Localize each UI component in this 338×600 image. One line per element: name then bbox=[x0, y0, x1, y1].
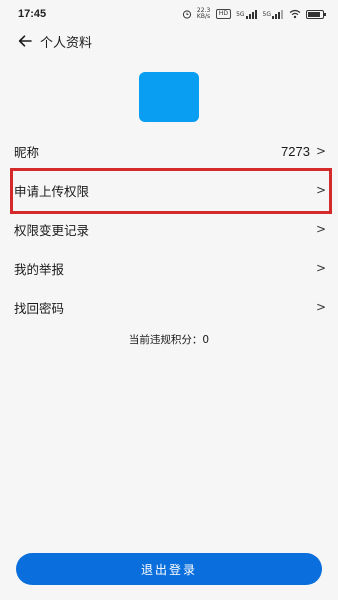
nickname-row[interactable]: 昵称 7273 > bbox=[0, 132, 338, 170]
apply-upload-permission-row[interactable]: 申请上传权限 > bbox=[0, 171, 338, 209]
back-button[interactable] bbox=[12, 28, 38, 54]
menu-item-label: 权限变更记录 bbox=[14, 222, 90, 238]
chevron-right-icon: > bbox=[315, 144, 326, 158]
logout-button[interactable]: 退出登录 bbox=[16, 553, 322, 585]
chevron-right-icon: > bbox=[315, 300, 326, 314]
network-type-1: 5G bbox=[236, 10, 245, 18]
top-bar: 个人资料 bbox=[0, 28, 338, 54]
hd-badge: HD bbox=[215, 9, 232, 19]
menu-item-label: 申请上传权限 bbox=[14, 183, 90, 199]
status-bar: 17:45 22.3 KB/s HD 5G 5G bbox=[0, 0, 338, 28]
signal-icon-1: 5G bbox=[236, 9, 257, 19]
avatar[interactable] bbox=[139, 72, 199, 122]
network-speed: 22.3 KB/s bbox=[196, 7, 211, 20]
chevron-right-icon: > bbox=[315, 222, 326, 236]
status-icons: 22.3 KB/s HD 5G 5G bbox=[182, 7, 326, 20]
permission-change-log-row[interactable]: 权限变更记录 > bbox=[0, 210, 338, 248]
page-title: 个人资料 bbox=[40, 35, 93, 51]
status-time: 17:45 bbox=[18, 8, 47, 20]
wifi-icon bbox=[289, 9, 301, 19]
arrow-left-icon bbox=[18, 35, 32, 47]
alarm-icon bbox=[182, 9, 192, 19]
signal-icon-2: 5G bbox=[262, 9, 284, 19]
my-reports-row[interactable]: 我的举报 > bbox=[0, 249, 338, 287]
network-type-2: 5G bbox=[262, 10, 271, 18]
nickname-value: 7273 bbox=[281, 143, 310, 159]
chevron-right-icon: > bbox=[315, 261, 326, 275]
nickname-label: 昵称 bbox=[14, 144, 40, 160]
battery-icon bbox=[306, 9, 326, 19]
menu-item-label: 找回密码 bbox=[14, 300, 65, 316]
chevron-right-icon: > bbox=[315, 183, 326, 197]
violation-score: 当前违规积分：0 bbox=[128, 334, 210, 346]
menu-item-label: 我的举报 bbox=[14, 261, 65, 277]
recover-password-row[interactable]: 找回密码 > bbox=[0, 288, 338, 326]
